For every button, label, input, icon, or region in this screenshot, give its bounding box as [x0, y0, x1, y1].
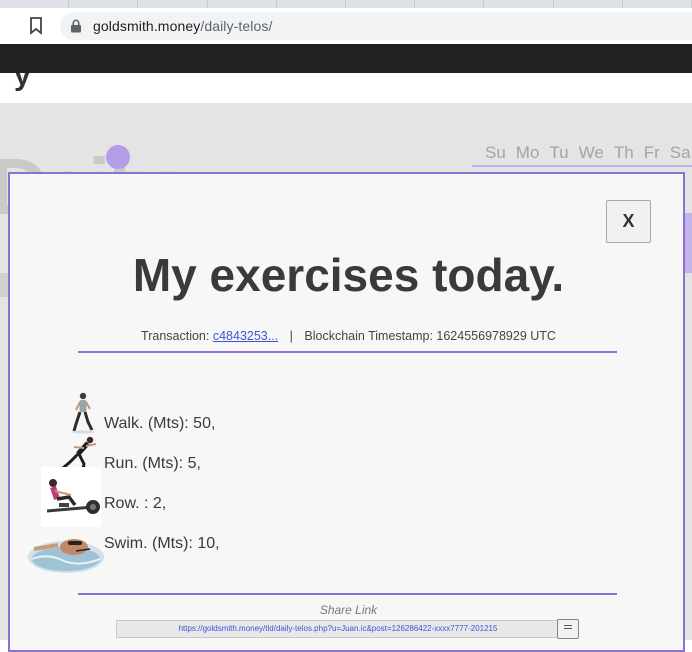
transaction-label: Transaction:	[141, 329, 210, 343]
blockchain-timestamp: Blockchain Timestamp: 1624556978929 UTC	[304, 329, 556, 343]
url-domain: goldsmith.money	[93, 18, 201, 34]
exercise-item-swim: Swim. (Mts): 10,	[28, 529, 438, 573]
exercise-label-swim: Swim. (Mts): 10,	[104, 535, 220, 552]
calendar-weekdays: Su Mo Tu We Th Fr Sa	[472, 143, 692, 167]
weekday-we: We	[578, 143, 604, 162]
site-header-bar	[0, 44, 692, 73]
weekday-sa: Sa	[669, 143, 691, 162]
exercise-modal: X My exercises today. Transaction: c4843…	[8, 172, 685, 652]
address-bar-row: goldsmith.money/daily-telos/	[0, 8, 692, 44]
weekday-mo: Mo	[515, 143, 540, 162]
modal-title: My exercises today.	[132, 249, 565, 301]
exercise-label-walk: Walk. (Mts): 50,	[104, 415, 216, 432]
separator: |	[289, 329, 293, 343]
lock-icon[interactable]	[70, 19, 82, 33]
weekday-th: Th	[613, 143, 634, 162]
cut-off-heading-glyph: y	[14, 73, 31, 92]
exercise-label-row: Row. : 2,	[104, 495, 167, 512]
copy-link-button[interactable]	[557, 619, 579, 639]
background-left-strip	[0, 273, 8, 297]
url-field[interactable]: goldsmith.money/daily-telos/	[60, 12, 692, 40]
exercise-item-walk: Walk. (Mts): 50,	[38, 392, 438, 434]
logo-dot	[106, 145, 130, 169]
share-link-field[interactable]: https://goldsmith.money/tld/daily-telos.…	[116, 620, 560, 638]
share-link-label: Share Link	[319, 603, 378, 617]
browser-tab-strip	[0, 0, 692, 8]
exercise-item-run: Run. (Mts): 5,	[38, 432, 438, 475]
bottom-divider	[78, 593, 617, 595]
site-subheader: y	[0, 73, 692, 103]
exercise-item-row: Row. : 2,	[38, 467, 438, 527]
bookmark-icon[interactable]	[29, 17, 43, 35]
tab-strip-edges	[0, 0, 692, 8]
url-path: /daily-telos/	[200, 18, 273, 34]
close-button[interactable]: X	[606, 200, 651, 243]
transaction-link[interactable]: c4843253...	[213, 329, 278, 343]
transaction-line: Transaction: c4843253... | Blockchain Ti…	[10, 329, 687, 343]
rowing-machine-image	[41, 467, 101, 527]
weekday-tu: Tu	[549, 143, 569, 162]
url-text: goldsmith.money/daily-telos/	[93, 18, 272, 34]
walker-image	[71, 392, 95, 434]
top-divider	[78, 351, 617, 353]
swimmer-image	[28, 539, 104, 573]
weekday-fr: Fr	[643, 143, 660, 162]
weekday-su: Su	[485, 143, 506, 162]
